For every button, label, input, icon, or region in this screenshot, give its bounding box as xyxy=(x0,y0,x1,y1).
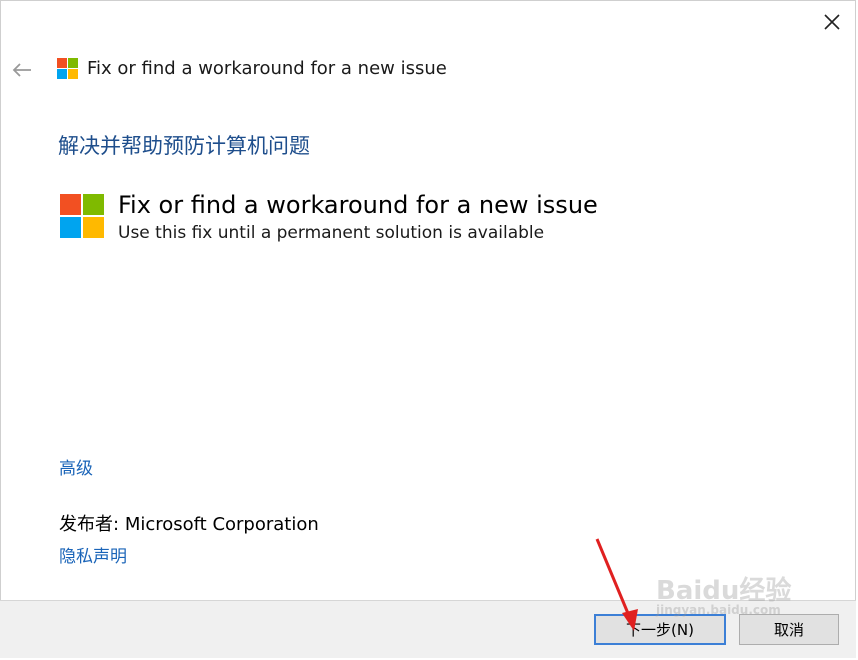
back-button[interactable] xyxy=(8,56,36,84)
close-icon xyxy=(824,14,840,30)
cancel-button[interactable]: 取消 xyxy=(739,614,839,645)
back-arrow-icon xyxy=(12,63,31,77)
publisher-value: Microsoft Corporation xyxy=(124,514,319,535)
publisher-label: 发布者: xyxy=(59,514,120,535)
window-title: Fix or find a workaround for a new issue xyxy=(87,58,447,79)
windows-logo-icon xyxy=(57,58,78,79)
publisher-info: 发布者: Microsoft Corporation xyxy=(59,512,319,538)
next-button[interactable]: 下一步(N) xyxy=(594,614,726,645)
fix-item-subtitle: Use this fix until a permanent solution … xyxy=(118,223,545,243)
dialog-window xyxy=(0,0,856,658)
close-button[interactable] xyxy=(814,4,850,40)
page-heading: 解决并帮助预防计算机问题 xyxy=(58,134,310,158)
fix-item-title: Fix or find a workaround for a new issue xyxy=(118,191,598,219)
footer-bar xyxy=(0,601,856,658)
windows-logo-icon xyxy=(60,194,104,238)
privacy-statement-link[interactable]: 隐私声明 xyxy=(59,545,127,569)
advanced-link[interactable]: 高级 xyxy=(59,457,93,481)
